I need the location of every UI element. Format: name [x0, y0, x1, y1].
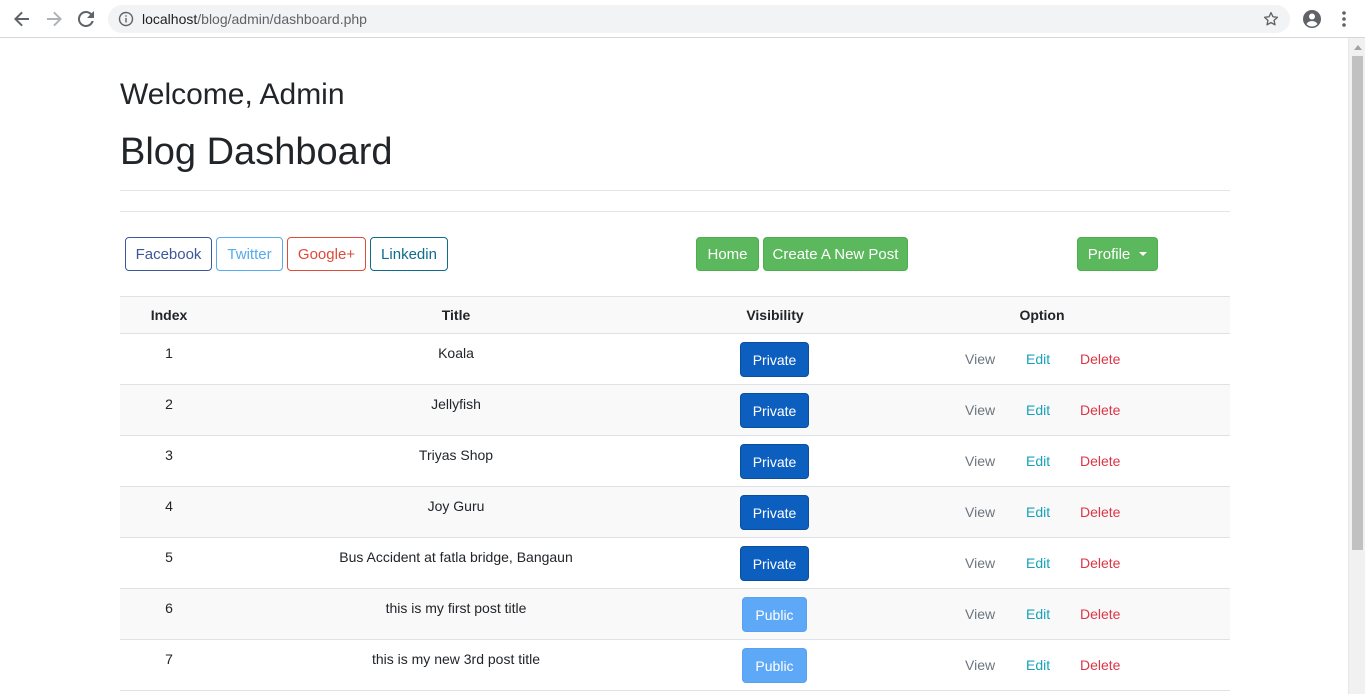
row-title: Koala [438, 345, 474, 361]
vertical-scrollbar[interactable] [1348, 38, 1365, 694]
star-icon[interactable] [1262, 10, 1280, 28]
row-title: Triyas Shop [418, 447, 494, 463]
edit-link[interactable]: Edit [1026, 401, 1050, 419]
divider [120, 211, 1230, 212]
header-option: Option [1019, 307, 1065, 323]
header-visibility: Visibility [746, 307, 804, 323]
edit-link[interactable]: Edit [1026, 452, 1050, 470]
row-index: 4 [165, 498, 173, 514]
account-icon[interactable] [1302, 9, 1322, 29]
table-row: 6 this is my first post title Public View Ed… [120, 589, 1230, 640]
row-index: 7 [165, 651, 173, 667]
delete-link[interactable]: Delete [1080, 452, 1120, 470]
delete-link[interactable]: Delete [1080, 656, 1120, 674]
edit-link[interactable]: Edit [1026, 503, 1050, 521]
reload-icon[interactable] [74, 7, 98, 31]
row-title: Joy Guru [427, 498, 485, 514]
row-index: 1 [165, 345, 173, 361]
back-arrow-icon[interactable] [10, 7, 34, 31]
scroll-up-arrow-icon[interactable] [1349, 38, 1365, 55]
url-host: localhost [142, 11, 198, 27]
visibility-toggle-button[interactable]: Private [740, 495, 809, 530]
view-link[interactable]: View [965, 656, 995, 674]
delete-link[interactable]: Delete [1080, 350, 1120, 368]
info-icon[interactable] [118, 11, 134, 27]
row-title: this is my first post title [385, 600, 527, 616]
page-title: Blog Dashboard [120, 131, 393, 173]
edit-link[interactable]: Edit [1026, 350, 1050, 368]
row-index: 2 [165, 396, 173, 412]
table-row: 7 this is my new 3rd post title Public View… [120, 640, 1230, 691]
view-link[interactable]: View [965, 605, 995, 623]
row-index: 3 [165, 447, 173, 463]
profile-label: Profile [1087, 245, 1131, 263]
delete-link[interactable]: Delete [1080, 605, 1120, 623]
delete-link[interactable]: Delete [1080, 503, 1120, 521]
visibility-toggle-button[interactable]: Private [740, 342, 809, 377]
table-header: Index Title Visibility Option [120, 296, 1230, 334]
view-link[interactable]: View [965, 452, 995, 470]
header-title: Title [441, 307, 471, 323]
welcome-heading: Welcome, Admin [120, 78, 345, 111]
view-link[interactable]: View [965, 350, 995, 368]
menu-dots-icon[interactable] [1336, 9, 1352, 29]
table-body: 1 Koala Private View Edit Delete 2 Jellyfish Pri… [120, 334, 1230, 691]
address-bar[interactable]: localhost/blog/admin/dashboard.php [108, 5, 1290, 33]
url-path: /blog/admin/dashboard.php [197, 11, 367, 27]
row-title: this is my new 3rd post title [371, 651, 541, 667]
delete-link[interactable]: Delete [1080, 401, 1120, 419]
googleplus-button[interactable]: Google+ [287, 237, 366, 271]
visibility-toggle-button[interactable]: Private [740, 393, 809, 428]
view-link[interactable]: View [965, 401, 995, 419]
edit-link[interactable]: Edit [1026, 656, 1050, 674]
profile-dropdown-button[interactable]: Profile [1077, 237, 1158, 271]
table-row: 1 Koala Private View Edit Delete [120, 334, 1230, 385]
row-index: 6 [165, 600, 173, 616]
caret-down-icon [1139, 252, 1148, 256]
linkedin-button[interactable]: Linkedin [370, 237, 448, 271]
edit-link[interactable]: Edit [1026, 554, 1050, 572]
delete-link[interactable]: Delete [1080, 554, 1120, 572]
view-link[interactable]: View [965, 503, 995, 521]
edit-link[interactable]: Edit [1026, 605, 1050, 623]
table-row: 2 Jellyfish Private View Edit Delete [120, 385, 1230, 436]
visibility-toggle-button[interactable]: Public [742, 648, 807, 683]
divider [120, 190, 1230, 191]
row-index: 5 [165, 549, 173, 565]
posts-table: Index Title Visibility Option 1 Koala Priv… [120, 296, 1230, 691]
visibility-toggle-button[interactable]: Private [740, 546, 809, 581]
table-row: 4 Joy Guru Private View Edit Delete [120, 487, 1230, 538]
browser-toolbar: localhost/blog/admin/dashboard.php [0, 0, 1365, 38]
visibility-toggle-button[interactable]: Private [740, 444, 809, 479]
create-post-button[interactable]: Create A New Post [763, 237, 908, 271]
visibility-toggle-button[interactable]: Public [742, 597, 807, 632]
header-index: Index [150, 307, 188, 323]
url-text: localhost/blog/admin/dashboard.php [142, 11, 367, 27]
forward-arrow-icon[interactable] [42, 7, 66, 31]
row-title: Jellyfish [431, 396, 481, 412]
view-link[interactable]: View [965, 554, 995, 572]
twitter-button[interactable]: Twitter [216, 237, 283, 271]
scroll-thumb[interactable] [1352, 56, 1363, 550]
facebook-button[interactable]: Facebook [125, 237, 212, 271]
home-button[interactable]: Home [696, 237, 759, 271]
table-row: 3 Triyas Shop Private View Edit Delete [120, 436, 1230, 487]
table-row: 5 Bus Accident at fatla bridge, Bangaun Pr… [120, 538, 1230, 589]
row-title: Bus Accident at fatla bridge, Bangaun [339, 549, 573, 565]
